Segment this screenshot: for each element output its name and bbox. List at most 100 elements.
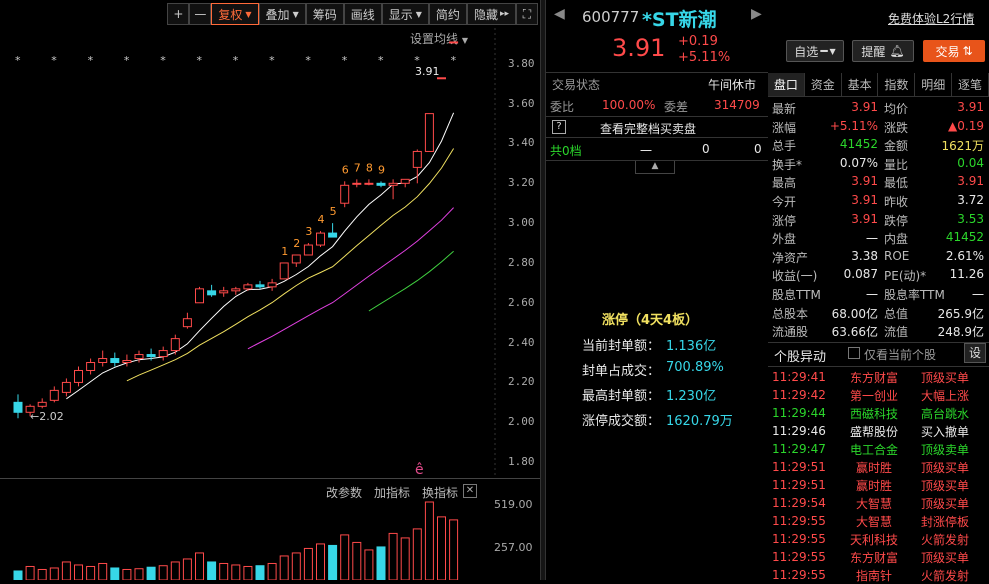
tab-5[interactable]: 逐笔: [952, 73, 989, 96]
simple-mode-button[interactable]: 简约: [428, 3, 467, 25]
price-tick: 2.40: [508, 335, 535, 349]
anomaly-settings-button[interactable]: 设: [964, 343, 986, 363]
ma-line: [66, 112, 455, 400]
collapse-icon: ▸▸: [499, 9, 509, 19]
limit-row-label: 最高封单额：: [582, 389, 661, 404]
stat-label: 跌停: [884, 213, 909, 228]
candle-body: [376, 182, 386, 186]
limit-row-label: 涨停成交额：: [582, 414, 661, 429]
draw-line-button[interactable]: 画线: [343, 3, 382, 25]
alert-label: 提醒: [861, 44, 886, 59]
candle-body: [279, 262, 289, 280]
kline-chart-pane[interactable]: + — 复权 ▼ 叠加 ▼ 筹码 画线 显示 ▼ 简约 隐藏 ▸▸ ⛶ 设置均线 ▼ 1…: [0, 0, 540, 580]
limit-row-value: 1.136亿: [666, 339, 717, 354]
volume-plot[interactable]: [0, 500, 485, 580]
next-stock-icon[interactable]: ▶: [751, 6, 762, 22]
caret-down-icon: ▼: [829, 46, 836, 56]
add-indicator-button[interactable]: 加指标: [374, 484, 410, 501]
overlay-dropdown[interactable]: 叠加 ▼: [258, 3, 306, 25]
price-tick: 2.60: [508, 295, 535, 309]
low-price-label: ←2.02: [30, 410, 64, 423]
volume-bar: [267, 562, 277, 580]
stat-value: 3.91: [851, 100, 878, 114]
anomaly-row[interactable]: 11:29:47 电工合金 顶级卖单: [772, 440, 986, 458]
kline-plot[interactable]: 123456 7 8 9* * * * * * * * * * * * *: [0, 28, 500, 478]
trade-status-label: 交易状态: [552, 78, 601, 92]
tab-0[interactable]: 盘口: [768, 73, 805, 96]
display-dropdown[interactable]: 显示 ▼: [381, 3, 429, 25]
switch-indicator-button[interactable]: 换指标: [422, 484, 458, 501]
volume-bar: [134, 568, 144, 580]
anomaly-time: 11:29:51: [772, 478, 826, 492]
volume-bar: [146, 566, 156, 580]
current-price-label: 3.91: [415, 65, 440, 78]
expand-up-icon[interactable]: ▲: [635, 161, 675, 174]
candle-body: [86, 362, 96, 371]
anomaly-row[interactable]: 11:29:51 赢时胜 顶级买单: [772, 458, 986, 476]
close-icon[interactable]: ✕: [463, 484, 477, 498]
watchlist-button[interactable]: 自选 ━ ▼: [786, 40, 844, 62]
marker-icon: *: [342, 54, 348, 67]
only-current-checkbox[interactable]: [848, 347, 860, 359]
tab-3[interactable]: 指数: [878, 73, 916, 96]
anomaly-row[interactable]: 11:29:41 东方财富 顶级买单: [772, 368, 986, 386]
stat-label: 总股本: [772, 306, 809, 321]
fullscreen-button[interactable]: ⛶: [516, 3, 538, 25]
stat-label: 昨收: [884, 195, 909, 209]
volume-bar: [158, 565, 168, 580]
stock-code: 600777: [582, 8, 640, 26]
anomaly-row[interactable]: 11:29:42 第一创业 大幅上涨: [772, 386, 986, 404]
full-orderbook-link[interactable]: ? 查看完整档买卖盘: [546, 116, 768, 138]
candle-body: [146, 354, 156, 358]
anomaly-row[interactable]: 11:29:54 大智慧 顶级买单: [772, 494, 986, 512]
hide-label: 隐藏: [473, 7, 498, 22]
alert-button[interactable]: 提醒 🔔︎: [852, 40, 914, 62]
tab-4[interactable]: 明细: [915, 73, 953, 96]
price-tick: 1.80: [508, 455, 535, 469]
zoom-out-button[interactable]: —: [189, 3, 212, 25]
prev-stock-icon[interactable]: ◀: [554, 6, 565, 22]
stat-label: 均价: [884, 102, 909, 116]
stat-label: 今开: [772, 195, 797, 209]
volume-bar: [400, 537, 410, 580]
price-tick: 3.80: [508, 56, 535, 70]
anomaly-row[interactable]: 11:29:44 西磁科技 高台跳水: [772, 404, 986, 422]
ma-line: [247, 207, 454, 350]
swap-arrows-icon: ⇅: [962, 44, 973, 58]
order-ratio-label: 委比: [550, 100, 575, 114]
stat-label: 总手: [772, 139, 797, 154]
volume-bar: [437, 516, 446, 580]
candle-body: [110, 358, 120, 364]
anomaly-row[interactable]: 11:29:46 盛帮股份 买入撤单: [772, 422, 986, 440]
anomaly-row[interactable]: 11:29:55 大智慧 封涨停板: [772, 512, 986, 530]
l2-trial-link[interactable]: 免费体验L2行情: [888, 10, 974, 27]
order-ratio-value: 100.00%: [602, 98, 656, 112]
tab-2[interactable]: 基本: [842, 73, 879, 96]
volume-bar: [61, 561, 71, 580]
adjust-dropdown[interactable]: 复权 ▼: [211, 3, 259, 25]
volume-bar: [303, 547, 313, 580]
hide-button[interactable]: 隐藏 ▸▸: [466, 3, 516, 25]
anomaly-stock: 赢时胜: [855, 478, 892, 493]
event-marker[interactable]: ê: [415, 462, 424, 478]
chips-button[interactable]: 筹码: [305, 3, 344, 25]
stat-value: 3.91: [957, 100, 984, 114]
stat-label: 最新: [772, 102, 797, 116]
pane-divider: [0, 478, 540, 479]
candle-body: [207, 290, 217, 296]
candle-body: [158, 350, 168, 358]
anomaly-row[interactable]: 11:29:55 指南针 火箭发射: [772, 566, 986, 584]
zoom-in-button[interactable]: +: [167, 3, 190, 25]
quote-panel: ◀ 600777 *ST新潮 ▶ 3.91 +0.19 +5.11% 交易状态 …: [546, 0, 768, 580]
anomaly-row[interactable]: 11:29:55 天利科技 火箭发射: [772, 530, 986, 548]
tab-1[interactable]: 资金: [805, 73, 842, 96]
price-tick: 3.20: [508, 176, 535, 190]
trade-button[interactable]: 交易 ⇅: [923, 40, 985, 62]
limit-count: 4: [318, 213, 325, 226]
candle-body: [267, 282, 277, 288]
anomaly-row[interactable]: 11:29:55 东方财富 顶级买单: [772, 548, 986, 566]
edit-params-button[interactable]: 改参数: [326, 484, 362, 501]
anomaly-type: 顶级买单: [920, 496, 969, 511]
chart-toolbar: + — 复权 ▼ 叠加 ▼ 筹码 画线 显示 ▼ 简约 隐藏 ▸▸ ⛶: [0, 0, 540, 28]
anomaly-row[interactable]: 11:29:51 赢时胜 顶级买单: [772, 476, 986, 494]
